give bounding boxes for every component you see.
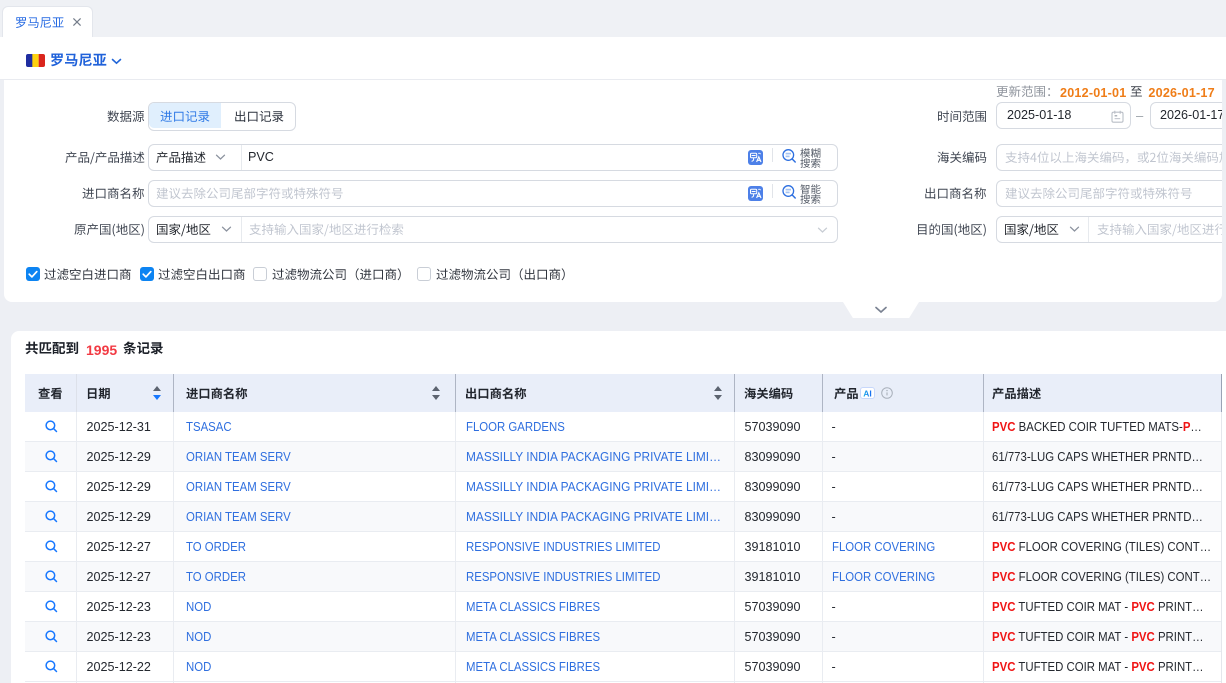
svg-text:AI: AI bbox=[863, 388, 872, 398]
